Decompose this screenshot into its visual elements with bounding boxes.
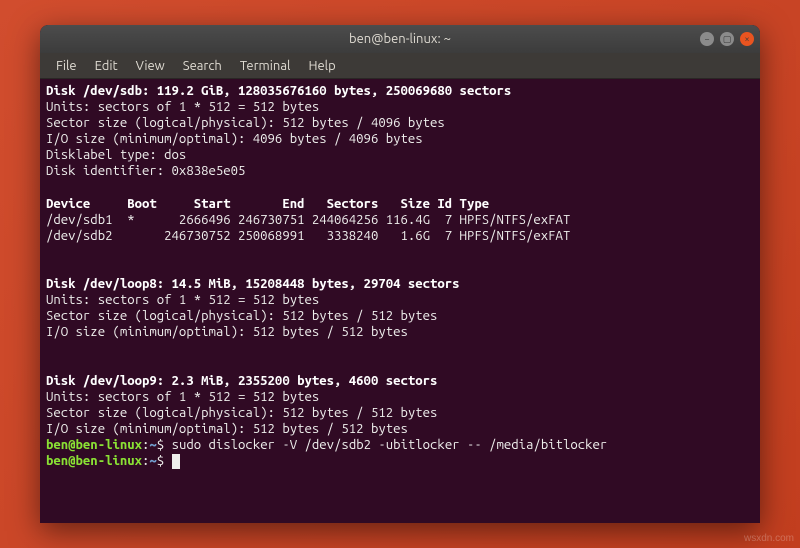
disk-loop8-units: Units: sectors of 1 * 512 = 512 bytes	[46, 293, 319, 307]
prompt-path-2: ~	[149, 454, 156, 468]
minimize-icon: −	[704, 34, 709, 44]
close-button[interactable]: ×	[740, 32, 754, 46]
disk-sdb-io: I/O size (minimum/optimal): 4096 bytes /…	[46, 132, 423, 146]
prompt-dollar-2: $	[157, 454, 172, 468]
menu-search[interactable]: Search	[175, 57, 230, 75]
menubar: File Edit View Search Terminal Help	[40, 53, 760, 79]
disk-sdb-header: Disk /dev/sdb: 119.2 GiB, 128035676160 b…	[46, 84, 511, 98]
disk-sdb-units: Units: sectors of 1 * 512 = 512 bytes	[46, 100, 319, 114]
disk-sdb-identifier: Disk identifier: 0x838e5e05	[46, 164, 245, 178]
partition-row-sdb1: /dev/sdb1 * 2666496 246730751 244064256 …	[46, 213, 570, 227]
disk-loop9-header: Disk /dev/loop9: 2.3 MiB, 2355200 bytes,…	[46, 374, 437, 388]
terminal-content[interactable]: Disk /dev/sdb: 119.2 GiB, 128035676160 b…	[40, 79, 760, 523]
command-line-1: sudo dislocker -V /dev/sdb2 -ubitlocker …	[172, 438, 608, 452]
menu-edit[interactable]: Edit	[87, 57, 126, 75]
partition-row-sdb2: /dev/sdb2 246730752 250068991 3338240 1.…	[46, 229, 570, 243]
disk-loop8-header: Disk /dev/loop8: 14.5 MiB, 15208448 byte…	[46, 277, 460, 291]
maximize-icon: ▢	[723, 34, 732, 45]
disk-loop8-io: I/O size (minimum/optimal): 512 bytes / …	[46, 325, 408, 339]
partition-table-header: Device Boot Start End Sectors Size Id Ty…	[46, 197, 489, 211]
window-title: ben@ben-linux: ~	[349, 32, 451, 46]
prompt-dollar: $	[157, 438, 172, 452]
disk-loop9-sector: Sector size (logical/physical): 512 byte…	[46, 406, 437, 420]
menu-help[interactable]: Help	[300, 57, 343, 75]
disk-sdb-label: Disklabel type: dos	[46, 148, 186, 162]
prompt-user-2: ben@ben-linux	[46, 454, 142, 468]
disk-loop9-units: Units: sectors of 1 * 512 = 512 bytes	[46, 390, 319, 404]
disk-loop9-io: I/O size (minimum/optimal): 512 bytes / …	[46, 422, 408, 436]
disk-loop8-sector: Sector size (logical/physical): 512 byte…	[46, 309, 437, 323]
cursor	[172, 454, 180, 469]
window-controls: − ▢ ×	[700, 32, 754, 46]
close-icon: ×	[744, 34, 749, 44]
watermark: wsxdn.com	[744, 533, 794, 544]
menu-terminal[interactable]: Terminal	[232, 57, 299, 75]
titlebar[interactable]: ben@ben-linux: ~ − ▢ ×	[40, 25, 760, 53]
menu-file[interactable]: File	[48, 57, 85, 75]
menu-view[interactable]: View	[128, 57, 173, 75]
maximize-button[interactable]: ▢	[720, 32, 734, 46]
disk-sdb-sector: Sector size (logical/physical): 512 byte…	[46, 116, 445, 130]
prompt-path: ~	[149, 438, 156, 452]
terminal-window: ben@ben-linux: ~ − ▢ × File Edit View Se…	[40, 25, 760, 523]
minimize-button[interactable]: −	[700, 32, 714, 46]
prompt-user: ben@ben-linux	[46, 438, 142, 452]
